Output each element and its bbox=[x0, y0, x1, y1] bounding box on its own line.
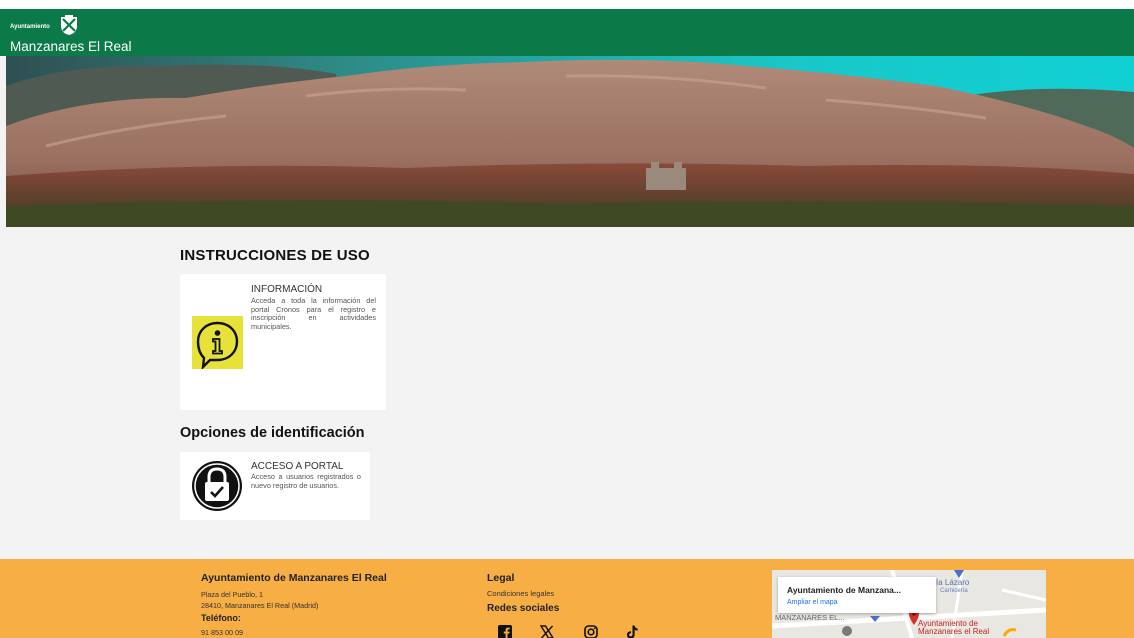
info-card-description: Acceda a toda la información del portal … bbox=[251, 296, 376, 331]
top-strip bbox=[0, 0, 1134, 9]
footer-address-line1: Plaza del Pueblo, 1 bbox=[201, 590, 263, 599]
map-label-ayuntamiento: Ayuntamiento de Manzanares el Real bbox=[918, 620, 989, 636]
lock-icon bbox=[191, 459, 243, 513]
portal-card-description: Acceso a usuarios registrados o nuevo re… bbox=[251, 472, 361, 490]
logo-small-text: Ayuntamiento bbox=[10, 24, 50, 30]
portal-access-card[interactable]: ACCESO A PORTAL Acceso a usuarios regist… bbox=[180, 452, 370, 520]
tiktok-icon[interactable] bbox=[624, 624, 640, 638]
map-place-title: Ayuntamiento de Manzana... bbox=[787, 585, 901, 595]
map-label-manzanares: MANZANARES EL... bbox=[775, 613, 845, 622]
legal-conditions-link[interactable]: Condiciones legales bbox=[487, 589, 554, 598]
instagram-icon[interactable] bbox=[583, 624, 599, 638]
page-title: INSTRUCCIONES DE USO bbox=[180, 247, 370, 264]
portal-card-title: ACCESO A PORTAL bbox=[251, 461, 344, 472]
footer-legal-title: Legal bbox=[487, 572, 515, 584]
footer-phone[interactable]: 91 853 00 09 bbox=[201, 628, 243, 637]
hero-banner-image bbox=[6, 56, 1134, 227]
footer-address-line2: 28410, Manzanares El Real (Madrid) bbox=[201, 601, 319, 610]
site-logo[interactable]: Ayuntamiento Manzanares El Real bbox=[8, 12, 148, 56]
map-info-card: Ayuntamiento de Manzana... Ampliar el ma… bbox=[778, 577, 936, 613]
site-footer: Ayuntamiento de Manzanares El Real Plaza… bbox=[0, 559, 1134, 638]
logo-name: Manzanares El Real bbox=[10, 39, 132, 54]
location-map[interactable]: Ayuntamiento de Manzana... Ampliar el ma… bbox=[772, 570, 1046, 638]
footer-org-name: Ayuntamiento de Manzanares El Real bbox=[201, 572, 387, 584]
info-speech-bubble-icon bbox=[192, 316, 243, 371]
map-label-carniceria: Carnicería bbox=[940, 588, 968, 594]
info-card[interactable]: INFORMACIÓN Acceda a toda la información… bbox=[180, 274, 386, 410]
crest-icon bbox=[61, 15, 77, 35]
map-label-ayto-line2: Manzanares el Real bbox=[918, 627, 990, 636]
facebook-icon[interactable] bbox=[497, 624, 513, 638]
map-enlarge-link[interactable]: Ampliar el mapa bbox=[787, 599, 838, 606]
site-header: Ayuntamiento Manzanares El Real bbox=[0, 9, 1134, 56]
map-label-lazaro: ía Lázaro bbox=[936, 578, 970, 587]
footer-social-title: Redes sociales bbox=[487, 603, 560, 614]
x-icon[interactable] bbox=[539, 624, 555, 638]
info-card-title: INFORMACIÓN bbox=[251, 284, 323, 295]
identification-options-title: Opciones de identificación bbox=[180, 425, 365, 441]
footer-phone-label: Teléfono: bbox=[201, 613, 241, 623]
